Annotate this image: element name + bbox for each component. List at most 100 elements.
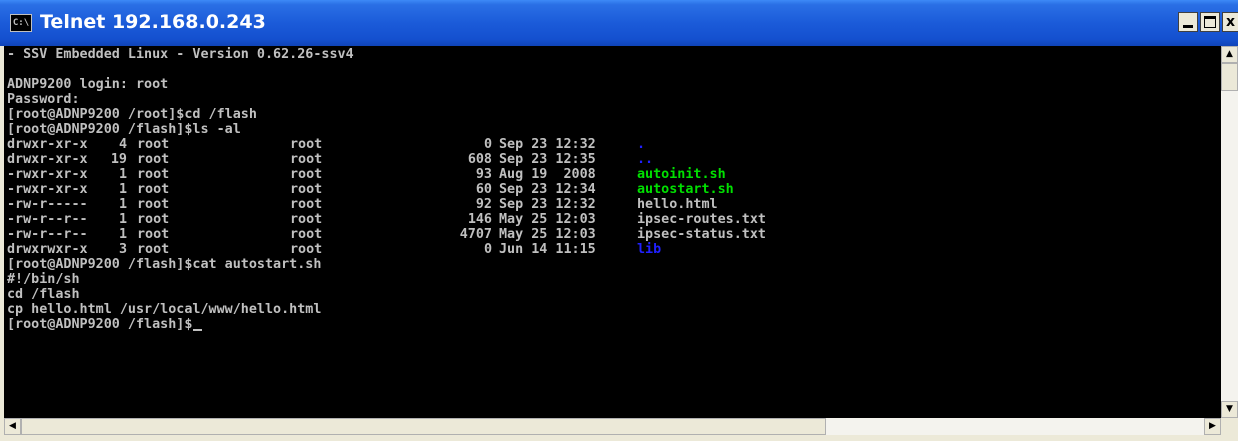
minimize-icon	[1183, 25, 1193, 28]
terminal-output: - SSV Embedded Linux - Version 0.62.26-s…	[7, 47, 766, 332]
minimize-button[interactable]	[1178, 12, 1198, 32]
file-permissions: drwxr-xr-x	[7, 152, 88, 167]
file-owner: root	[137, 182, 170, 197]
file-permissions: drwxrwxr-x	[7, 242, 88, 257]
file-owner: root	[137, 167, 170, 182]
terminal-line: [root@ADNP9200 /root]$cd /flash	[7, 107, 257, 122]
terminal-line: - SSV Embedded Linux - Version 0.62.26-s…	[7, 47, 354, 62]
file-owner: root	[137, 212, 170, 227]
text-cursor	[193, 329, 203, 331]
arrow-right-icon: ▶	[1209, 421, 1216, 431]
terminal-line: ADNP9200 login: root	[7, 77, 169, 92]
horizontal-scrollbar[interactable]: ◀ ▶	[4, 418, 1221, 435]
telnet-window: C:\ Telnet 192.168.0.243 x - SSV Embedde…	[0, 0, 1238, 441]
scrollbar-corner	[1221, 418, 1238, 435]
file-date: Sep 23 12:32	[499, 137, 596, 152]
listing-row: -rwxr-xr-x 1 root root 93 Aug 19 2008 autoinit…	[7, 167, 726, 182]
file-date: Jun 14 11:15	[499, 242, 596, 257]
file-name: hello.html	[637, 197, 718, 212]
terminal-line: cp hello.html /usr/local/www/hello.html	[7, 302, 322, 317]
console-icon[interactable]: C:\	[10, 14, 32, 32]
file-group: root	[290, 242, 323, 257]
file-link-count: 19	[110, 152, 127, 167]
file-group: root	[290, 212, 323, 227]
file-date: May 25 12:03	[499, 227, 596, 242]
scroll-down-button[interactable]: ▼	[1221, 401, 1238, 418]
file-permissions: -rw-r-----	[7, 197, 88, 212]
file-size: 0	[483, 137, 492, 152]
file-group: root	[290, 167, 323, 182]
scroll-up-button[interactable]: ▲	[1221, 46, 1238, 63]
listing-row: drwxrwxr-x 3 root root 0 Jun 14 11:15 lib	[7, 242, 661, 257]
listing-row: drwxr-xr-x 19 root root 608 Sep 23 12:35..	[7, 152, 653, 167]
file-owner: root	[137, 242, 170, 257]
file-size: 146	[467, 212, 492, 227]
shell-prompt: [root@ADNP9200 /flash]$	[7, 317, 193, 332]
file-permissions: drwxr-xr-x	[7, 137, 88, 152]
window-bottom-border	[0, 435, 1238, 441]
file-link-count: 1	[118, 182, 127, 197]
file-link-count: 1	[118, 227, 127, 242]
arrow-up-icon: ▲	[1226, 49, 1233, 59]
file-group: root	[290, 227, 323, 242]
file-group: root	[290, 182, 323, 197]
file-date: Sep 23 12:34	[499, 182, 596, 197]
file-link-count: 1	[118, 167, 127, 182]
terminal-line: [root@ADNP9200 /flash]$cat autostart.sh	[7, 257, 322, 272]
file-permissions: -rw-r--r--	[7, 212, 88, 227]
file-link-count: 4	[118, 137, 127, 152]
file-link-count: 1	[118, 212, 127, 227]
file-name: autostart.sh	[637, 182, 734, 197]
terminal-line: cd /flash	[7, 287, 80, 302]
prompt-line[interactable]: [root@ADNP9200 /flash]$	[7, 317, 354, 332]
file-link-count: 1	[118, 197, 127, 212]
window-title: Telnet 192.168.0.243	[40, 11, 266, 33]
file-permissions: -rw-r--r--	[7, 227, 88, 242]
maximize-button[interactable]	[1200, 12, 1220, 32]
close-icon: x	[1225, 14, 1236, 30]
file-date: Aug 19 2008	[499, 167, 596, 182]
maximize-icon	[1204, 16, 1216, 28]
vertical-scroll-thumb[interactable]	[1221, 63, 1238, 91]
file-owner: root	[137, 152, 170, 167]
file-date: Sep 23 12:35	[499, 152, 596, 167]
file-owner: root	[137, 227, 170, 242]
file-name: ..	[637, 152, 654, 167]
file-date: May 25 12:03	[499, 212, 596, 227]
arrow-left-icon: ◀	[9, 421, 16, 431]
file-permissions: -rwxr-xr-x	[7, 167, 88, 182]
scroll-left-button[interactable]: ◀	[4, 418, 21, 435]
file-owner: root	[137, 197, 170, 212]
file-owner: root	[137, 137, 170, 152]
file-name: autoinit.sh	[637, 167, 726, 182]
terminal-line: Password:	[7, 92, 80, 107]
scroll-right-button[interactable]: ▶	[1204, 418, 1221, 435]
file-name: ipsec-status.txt	[637, 227, 766, 242]
file-size: 93	[475, 167, 492, 182]
file-name: ipsec-routes.txt	[637, 212, 766, 227]
file-group: root	[290, 137, 323, 152]
file-size: 92	[475, 197, 492, 212]
file-size: 0	[483, 242, 492, 257]
listing-row: -rwxr-xr-x 1 root root 60 Sep 23 12:34 autosta…	[7, 182, 734, 197]
listing-row: drwxr-xr-x 4 root root 0 Sep 23 12:32.	[7, 137, 645, 152]
file-group: root	[290, 152, 323, 167]
terminal-console[interactable]: - SSV Embedded Linux - Version 0.62.26-s…	[4, 46, 1221, 418]
title-bar[interactable]: C:\ Telnet 192.168.0.243 x	[0, 0, 1238, 46]
file-size: 60	[475, 182, 492, 197]
file-permissions: -rwxr-xr-x	[7, 182, 88, 197]
arrow-down-icon: ▼	[1226, 404, 1233, 414]
vertical-scrollbar[interactable]: ▲ ▼	[1221, 46, 1238, 418]
close-button[interactable]: x	[1222, 12, 1238, 32]
horizontal-scroll-thumb[interactable]	[21, 418, 826, 435]
terminal-line: #!/bin/sh	[7, 272, 80, 287]
file-link-count: 3	[118, 242, 127, 257]
listing-row: -rw-r--r-- 1 root root 146 May 25 12:03 ipsec-…	[7, 212, 766, 227]
file-size: 608	[467, 152, 492, 167]
file-name: .	[637, 137, 646, 152]
listing-row: -rw-r--r-- 1 root root 4707 May 25 12:03 ipsec…	[7, 227, 766, 242]
file-date: Sep 23 12:32	[499, 197, 596, 212]
listing-row: -rw-r----- 1 root root 92 Sep 23 12:32 hello.h…	[7, 197, 718, 212]
terminal-line: [root@ADNP9200 /flash]$ls -al	[7, 122, 241, 137]
